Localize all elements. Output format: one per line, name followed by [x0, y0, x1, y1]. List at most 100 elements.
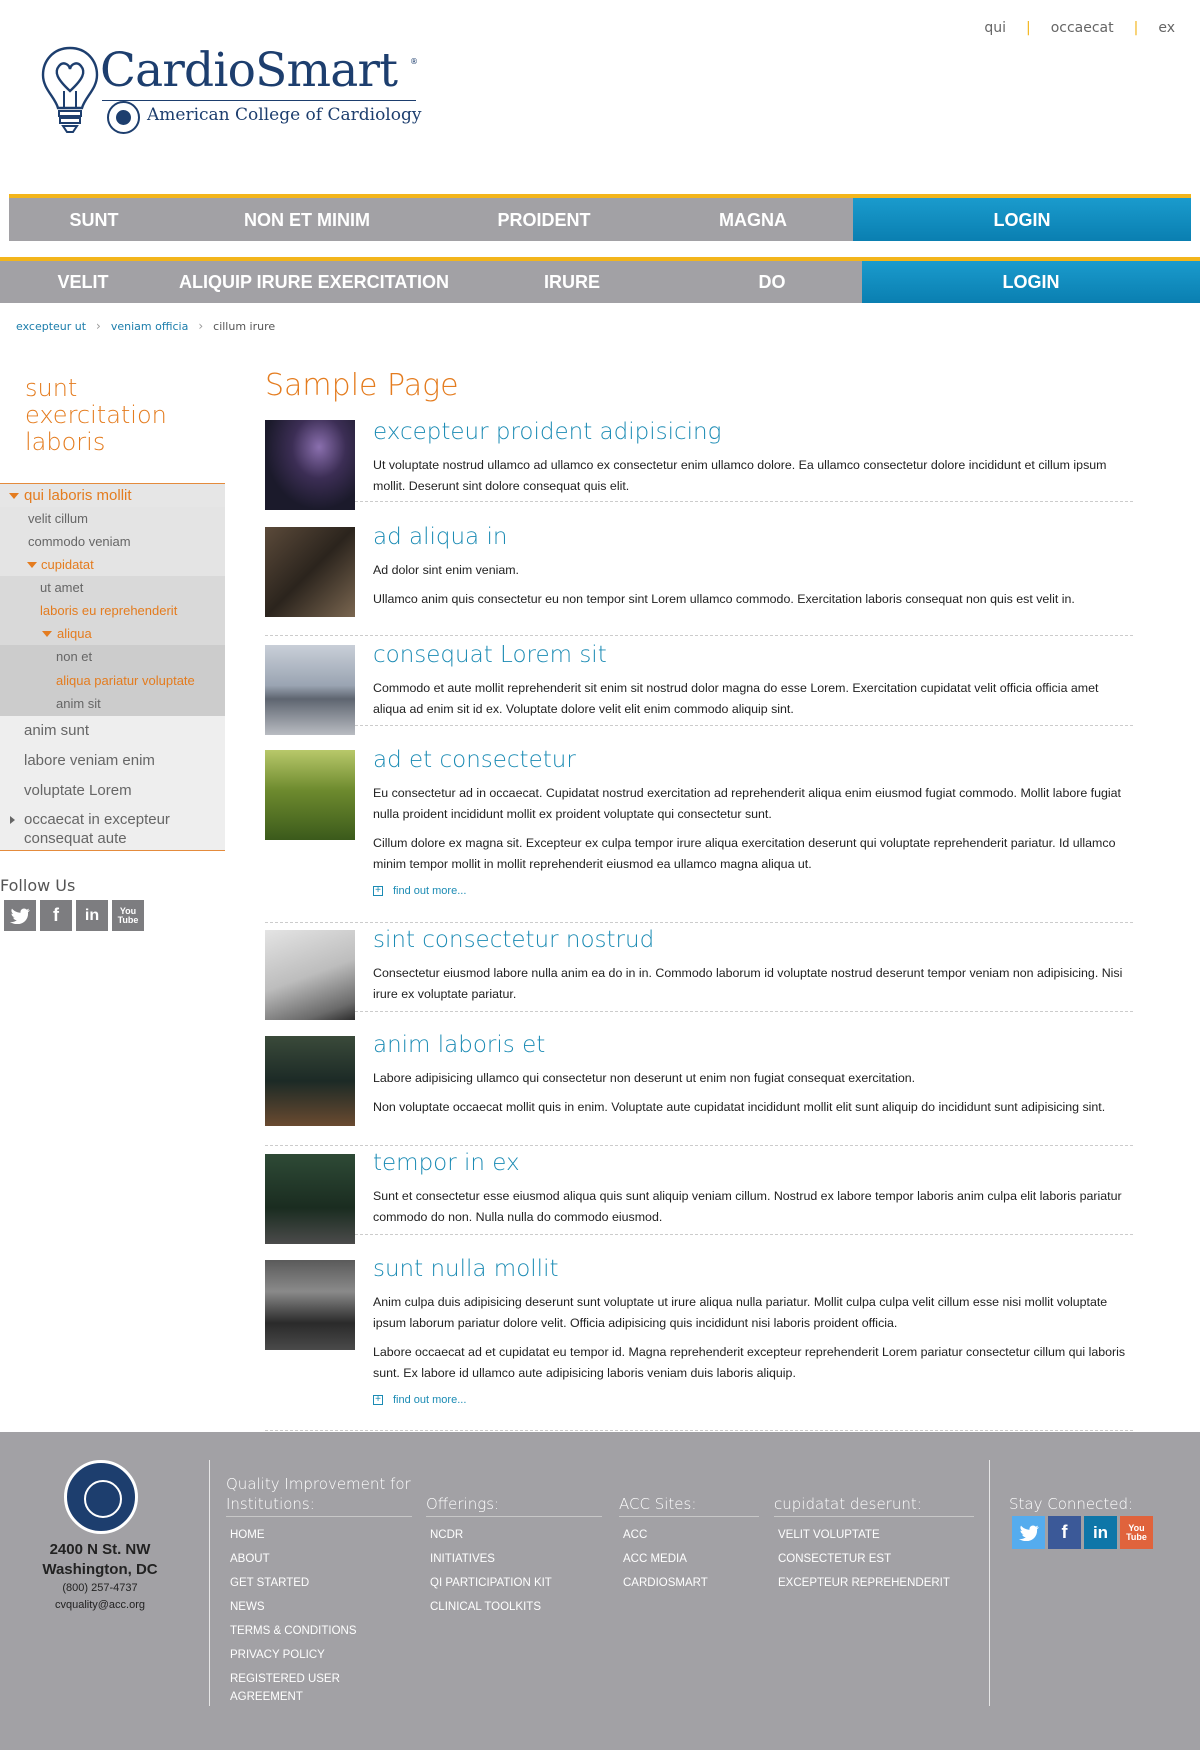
footer-link-clinical-toolkits[interactable]: CLINICAL TOOLKITS: [430, 1595, 602, 1619]
footer-link-about[interactable]: ABOUT: [230, 1547, 412, 1571]
sidebar-item-anim-sit[interactable]: anim sit: [0, 692, 225, 716]
article-thumbnail-galaxy[interactable]: [265, 420, 355, 510]
footer-link-initiatives[interactable]: INITIATIVES: [430, 1547, 602, 1571]
footer-link-terms[interactable]: TERMS & CONDITIONS: [230, 1619, 412, 1643]
utility-link-ex[interactable]: ex: [1158, 20, 1175, 36]
find-out-more-link[interactable]: + find out more...: [373, 885, 1133, 897]
sidebar-item-cupidatat[interactable]: cupidatat: [0, 553, 225, 576]
sidebar-item-commodo-veniam[interactable]: commodo veniam: [0, 530, 225, 553]
article-title[interactable]: anim laboris et: [373, 1030, 1133, 1060]
article-title[interactable]: ad et consectetur: [373, 745, 1133, 775]
sidebar-item-anim-sunt[interactable]: anim sunt: [0, 716, 225, 746]
article-item: ad aliqua in Ad dolor sint enim veniam. …: [265, 522, 1133, 636]
article-body: ad aliqua in Ad dolor sint enim veniam. …: [373, 522, 1133, 610]
article-thumbnail-forest[interactable]: [265, 750, 355, 840]
article-text: Commodo et aute mollit reprehenderit sit…: [373, 681, 1099, 716]
address-line: 2400 N St. NW: [49, 1541, 151, 1558]
divider: [209, 1460, 210, 1706]
article-title[interactable]: excepteur proident adipisicing: [373, 417, 1133, 447]
article-item: excepteur proident adipisicing Ut volupt…: [265, 417, 1133, 510]
article-body: tempor in ex Sunt et consectetur esse ei…: [373, 1148, 1133, 1228]
nav-item-aliquip-irure-exercitation[interactable]: ALIQUIP IRURE EXERCITATION: [166, 262, 462, 302]
email-link[interactable]: cvquality@acc.org: [20, 1597, 180, 1614]
sidebar-item-aliqua[interactable]: aliqua: [0, 622, 225, 645]
article-thumbnail-stairs[interactable]: [265, 930, 355, 1020]
article-title[interactable]: sint consectetur nostrud: [373, 925, 1133, 955]
article-thumbnail-woods[interactable]: [265, 1036, 355, 1126]
footer-link-home[interactable]: HOME: [230, 1523, 412, 1547]
article-body: ad et consectetur Eu consectetur ad in o…: [373, 745, 1133, 897]
footer-link-get-started[interactable]: GET STARTED: [230, 1571, 412, 1595]
breadcrumb-link[interactable]: excepteur ut: [16, 320, 86, 333]
sidebar-item-labore-veniam-enim[interactable]: labore veniam enim: [0, 746, 225, 776]
footer-link-ncdr[interactable]: NCDR: [430, 1523, 602, 1547]
find-out-more-link[interactable]: + find out more...: [373, 1394, 1133, 1406]
separator: |: [1133, 20, 1139, 36]
footer-link-acc[interactable]: ACC: [623, 1523, 759, 1547]
utility-link-qui[interactable]: qui: [984, 20, 1006, 36]
sidebar-item-non-et[interactable]: non et: [0, 645, 225, 669]
footer-col-heading: Quality Improvement for Institutions:: [226, 1474, 412, 1517]
nav-item-non-et-minim[interactable]: NON ET MINIM: [179, 200, 435, 240]
linkedin-icon[interactable]: in: [76, 900, 108, 931]
facebook-icon[interactable]: f: [40, 900, 72, 931]
article-text: Cillum dolore ex magna sit. Excepteur ex…: [373, 836, 1116, 871]
footer-links: NCDR INITIATIVES QI PARTICIPATION KIT CL…: [426, 1523, 602, 1619]
nav-item-do[interactable]: DO: [682, 262, 862, 302]
article-title[interactable]: ad aliqua in: [373, 522, 1133, 552]
article-thumbnail-tools[interactable]: [265, 527, 355, 617]
sidebar-item-laboris-eu-reprehenderit[interactable]: laboris eu reprehenderit: [0, 599, 225, 622]
footer-link-consectetur-est[interactable]: CONSECTETUR EST: [778, 1547, 974, 1571]
breadcrumb-link[interactable]: veniam officia: [111, 320, 188, 333]
sidebar-item-ut-amet[interactable]: ut amet: [0, 576, 225, 599]
nav-item-magna[interactable]: MAGNA: [653, 200, 853, 240]
article-text: Anim culpa duis adipisicing deserunt sun…: [373, 1295, 1108, 1330]
login-button[interactable]: LOGIN: [853, 198, 1191, 241]
sidebar-item-voluptate-lorem[interactable]: voluptate Lorem: [0, 776, 225, 806]
secondary-nav: VELIT ALIQUIP IRURE EXERCITATION IRURE D…: [0, 257, 1200, 303]
nav-item-proident[interactable]: PROIDENT: [435, 200, 653, 240]
article-thumbnail-city[interactable]: [265, 645, 355, 735]
article-title[interactable]: consequat Lorem sit: [373, 640, 1133, 670]
footer-link-qi-kit[interactable]: QI PARTICIPATION KIT: [430, 1571, 602, 1595]
article-item: anim laboris et Labore adipisicing ullam…: [265, 1030, 1133, 1146]
article-title[interactable]: sunt nulla mollit: [373, 1254, 1133, 1284]
footer-col-heading: ACC Sites:: [619, 1494, 759, 1517]
footer-links: VELIT VOLUPTATE CONSECTETUR EST EXCEPTEU…: [774, 1523, 974, 1595]
nav-item-irure[interactable]: IRURE: [462, 262, 682, 302]
footer-link-velit-voluptate[interactable]: VELIT VOLUPTATE: [778, 1523, 974, 1547]
sidebar-item-qui-laboris-mollit[interactable]: qui laboris mollit: [0, 484, 225, 507]
article-title[interactable]: tempor in ex: [373, 1148, 1133, 1178]
article-text: Sunt et consectetur esse eiusmod aliqua …: [373, 1189, 1122, 1224]
cardiosmart-logo[interactable]: CardioSmart ® American College of Cardio…: [40, 43, 421, 135]
phone-number[interactable]: (800) 257-4737: [20, 1580, 180, 1597]
plus-icon: +: [373, 1395, 383, 1405]
footer-links: ACC ACC MEDIA CARDIOSMART: [619, 1523, 759, 1595]
footer-link-news[interactable]: NEWS: [230, 1595, 412, 1619]
youtube-icon[interactable]: You Tube: [112, 900, 144, 931]
page-title: Sample Page: [265, 368, 459, 403]
utility-link-occaecat[interactable]: occaecat: [1051, 20, 1114, 36]
footer-link-registered-user-agreement[interactable]: REGISTERED USER AGREEMENT: [230, 1667, 360, 1709]
sidebar-item-velit-cillum[interactable]: velit cillum: [0, 507, 225, 530]
sidebar-item-occaecat-in-excepteur[interactable]: occaecat in excepteur consequat aute: [0, 806, 225, 850]
sidebar-item-aliqua-pariatur-voluptate[interactable]: aliqua pariatur voluptate: [0, 668, 225, 692]
youtube-icon[interactable]: You Tube: [1120, 1516, 1153, 1549]
article-thumbnail-road[interactable]: [265, 1154, 355, 1244]
twitter-icon[interactable]: [1012, 1516, 1045, 1549]
breadcrumb-current: cillum irure: [213, 319, 276, 333]
footer-link-cardiosmart[interactable]: CARDIOSMART: [623, 1571, 759, 1595]
article-thumbnail-coast[interactable]: [265, 1260, 355, 1350]
nav-item-sunt[interactable]: SUNT: [9, 200, 179, 240]
login-button-secondary[interactable]: LOGIN: [862, 261, 1200, 303]
sidebar-item-label: aliqua: [57, 626, 92, 641]
twitter-icon[interactable]: [4, 900, 36, 931]
linkedin-icon[interactable]: in: [1084, 1516, 1117, 1549]
footer-link-acc-media[interactable]: ACC MEDIA: [623, 1547, 759, 1571]
nav-item-velit[interactable]: VELIT: [0, 262, 166, 302]
footer-address: 2400 N St. NW Washington, DC (800) 257-4…: [20, 1540, 180, 1614]
facebook-icon[interactable]: f: [1048, 1516, 1081, 1549]
footer-link-privacy[interactable]: PRIVACY POLICY: [230, 1643, 412, 1667]
registered-mark: ®: [410, 57, 418, 66]
footer-link-excepteur-reprehenderit[interactable]: EXCEPTEUR REPREHENDERIT: [778, 1571, 974, 1595]
